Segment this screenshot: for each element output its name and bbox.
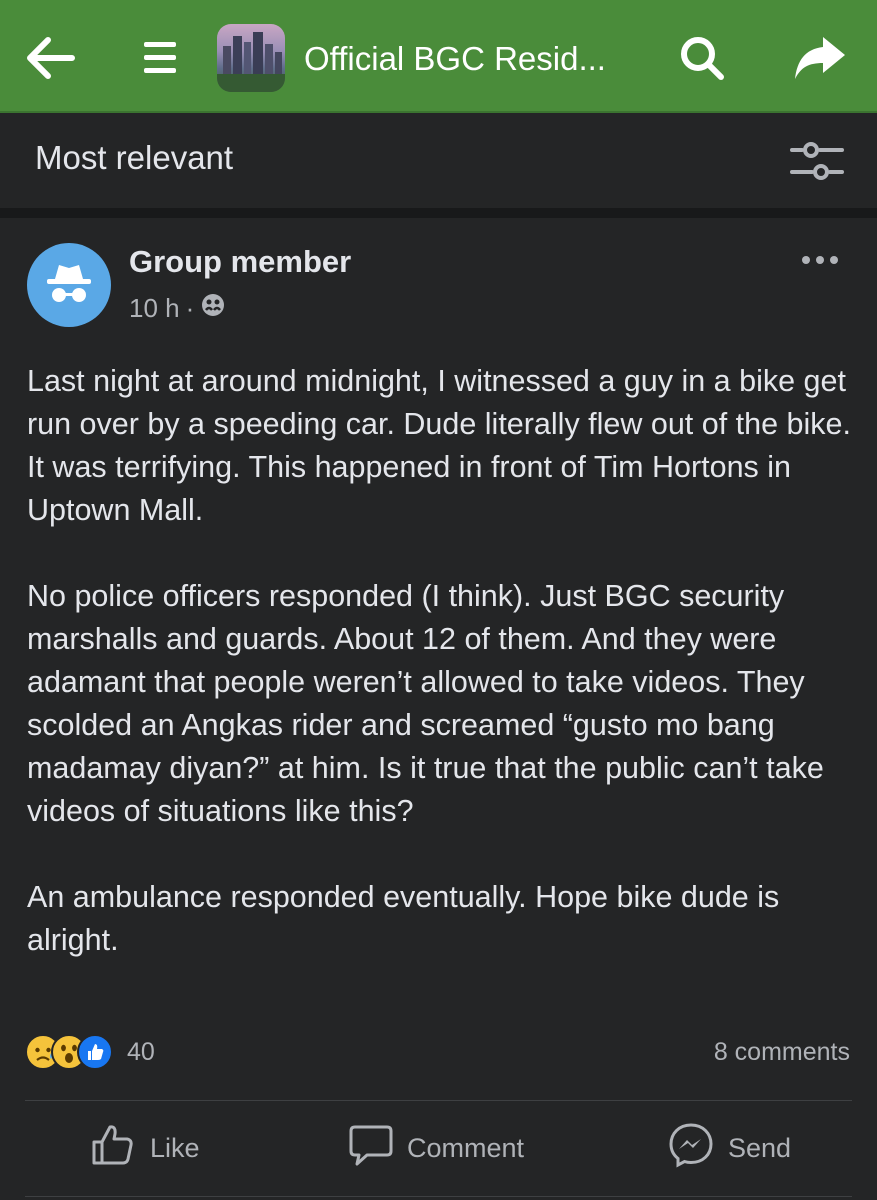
top-app-bar: Official BGC Resid... (0, 0, 877, 113)
thumbs-up-icon (90, 1122, 136, 1175)
send-label: Send (728, 1132, 792, 1163)
action-divider (25, 1100, 852, 1101)
like-label: Like (150, 1132, 200, 1163)
section-divider (0, 208, 877, 218)
hamburger-menu-icon[interactable] (138, 33, 182, 83)
post-paragraph: Last night at around midnight, I witness… (27, 364, 851, 527)
anonymous-avatar-icon[interactable] (27, 243, 111, 327)
bottom-divider (25, 1196, 852, 1197)
post-meta: 10 h · (129, 292, 226, 325)
messenger-icon (668, 1122, 714, 1175)
like-reaction-icon (77, 1034, 113, 1070)
reaction-summary[interactable]: 40 (25, 1034, 155, 1070)
group-audience-icon (200, 292, 226, 325)
comments-count[interactable]: 8 comments (714, 1038, 850, 1067)
more-options-icon[interactable] (800, 248, 840, 272)
search-icon[interactable] (674, 30, 730, 86)
like-button[interactable]: Like (90, 1122, 200, 1174)
post-time[interactable]: 10 h (129, 293, 180, 324)
meta-separator: · (185, 293, 195, 323)
group-title[interactable]: Official BGC Resid... (304, 34, 644, 84)
sort-bar: Most relevant (0, 115, 877, 208)
comment-button[interactable]: Comment (349, 1122, 524, 1174)
comment-label: Comment (407, 1132, 525, 1163)
post-paragraph: An ambulance responded eventually. Hope … (27, 880, 780, 957)
post-author[interactable]: Group member (129, 244, 351, 280)
sort-label[interactable]: Most relevant (35, 139, 233, 177)
comment-bubble-icon (349, 1123, 393, 1174)
share-icon[interactable] (790, 30, 850, 86)
back-arrow-icon[interactable] (22, 30, 78, 86)
group-thumbnail[interactable] (217, 24, 285, 92)
reaction-count: 40 (127, 1037, 155, 1066)
send-button[interactable]: Send (668, 1122, 791, 1174)
post-paragraph: No police officers responded (I think). … (27, 579, 824, 828)
post-text: Last night at around midnight, I witness… (27, 360, 857, 962)
filter-sliders-icon[interactable] (788, 138, 846, 186)
